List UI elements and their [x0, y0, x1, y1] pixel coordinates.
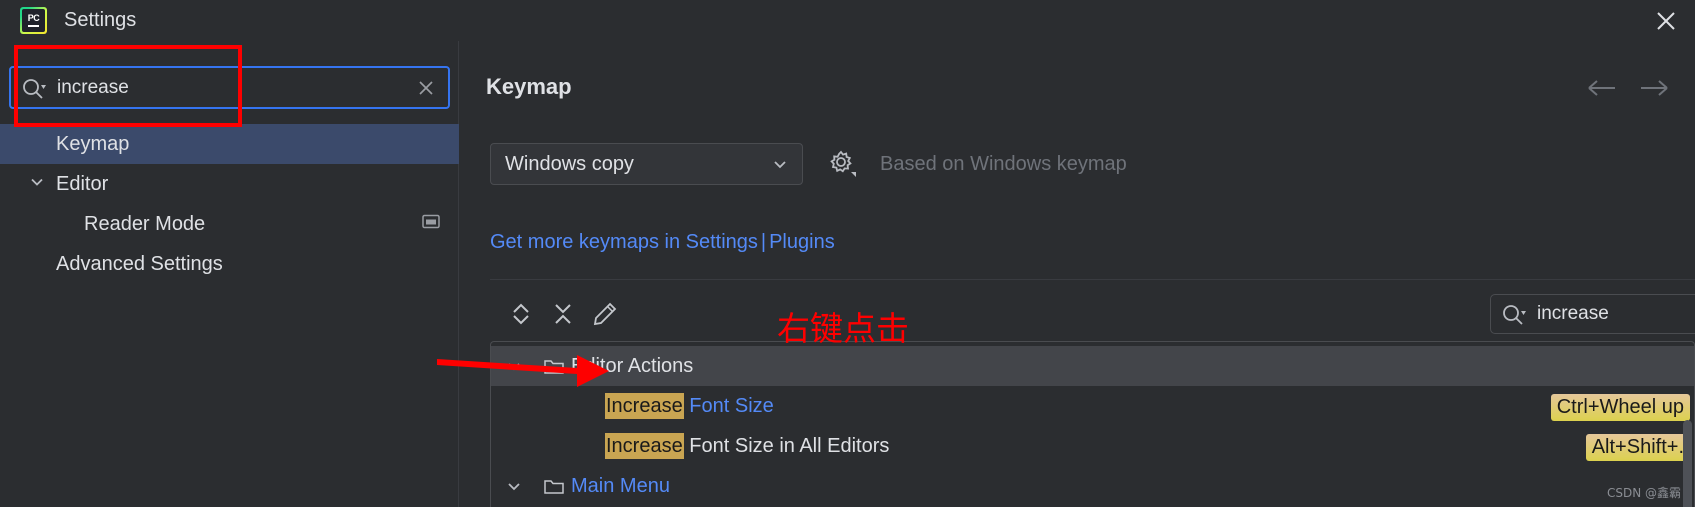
- actions-tree: Editor Actions Increase Font Size Increa…: [490, 341, 1695, 507]
- pycharm-logo-bar: [28, 25, 39, 27]
- gear-icon[interactable]: [825, 146, 859, 185]
- pencil-icon[interactable]: [588, 297, 622, 331]
- tree-row-increase-font-size-all-editors[interactable]: Increase Font Size in All Editors: [491, 426, 1694, 466]
- based-on-label: Based on Windows keymap: [880, 153, 1127, 175]
- tree-row-label: Main Menu: [571, 474, 670, 497]
- modified-badge-icon: [421, 213, 441, 236]
- search-icon[interactable]: [11, 68, 57, 107]
- tree-row-label: Editor Actions: [571, 354, 694, 377]
- get-more-keymaps-text: Get more keymaps in Settings: [490, 231, 758, 253]
- keymap-panel: Keymap Windows copy Based on Windows key…: [460, 41, 1695, 507]
- shortcut-badge: Ctrl+Wheel up: [1550, 394, 1690, 421]
- chevron-down-icon[interactable]: [758, 155, 802, 173]
- page-title: Keymap: [486, 74, 572, 99]
- title-bar: PC Settings: [0, 0, 1695, 41]
- sidebar-search-field[interactable]: [9, 66, 450, 109]
- sidebar-item-reader-mode[interactable]: Reader Mode: [0, 204, 459, 244]
- chevron-down-icon[interactable]: [491, 357, 537, 375]
- sidebar-item-keymap[interactable]: Keymap: [0, 124, 459, 164]
- keymap-toolbar: [490, 289, 1695, 339]
- window-title: Settings: [64, 9, 137, 31]
- arrow-right-icon[interactable]: [1639, 77, 1669, 104]
- tree-row-label: Increase Font Size: [605, 392, 774, 419]
- search-icon[interactable]: [1491, 295, 1537, 333]
- get-more-keymaps-link[interactable]: Get more keymaps in Settings | Plugins: [490, 231, 835, 254]
- close-icon[interactable]: [404, 68, 448, 107]
- watermark: CSDN @鑫霸: [1606, 486, 1681, 500]
- pycharm-logo-text: PC: [27, 13, 40, 23]
- sidebar-item-label: Editor: [56, 172, 109, 195]
- arrow-left-icon[interactable]: [1587, 77, 1617, 104]
- shortcut-badge: Alt+Shift+.: [1585, 434, 1690, 461]
- tree-row-label-rest: Font Size: [683, 394, 774, 417]
- folder-icon: [537, 476, 571, 496]
- search-match-highlight: Increase: [605, 392, 684, 419]
- sidebar-item-label: Reader Mode: [84, 212, 206, 235]
- tree-row-label: Increase Font Size in All Editors: [605, 432, 890, 459]
- settings-window: PC Settings increase Keymap Editor Reade…: [0, 0, 1695, 507]
- chevron-down-icon[interactable]: [28, 173, 46, 196]
- keymap-dropdown-value: Windows copy: [505, 152, 634, 175]
- tree-row-editor-actions[interactable]: Editor Actions: [491, 346, 1694, 386]
- pycharm-logo-icon: PC: [20, 7, 47, 34]
- sidebar-item-label: Keymap: [56, 132, 130, 155]
- sidebar-item-advanced-settings[interactable]: Advanced Settings: [0, 244, 459, 284]
- section-divider: [490, 279, 1695, 280]
- tree-row-main-menu[interactable]: Main Menu: [491, 466, 1694, 506]
- sidebar-item-label: Advanced Settings: [56, 252, 223, 275]
- link-separator: |: [760, 231, 767, 253]
- tree-vertical-scrollbar[interactable]: [1683, 420, 1692, 507]
- action-search-field[interactable]: [1490, 294, 1695, 334]
- navigation-arrows: [1587, 77, 1669, 104]
- tree-row-label-rest: Font Size in All Editors: [683, 434, 890, 457]
- keymap-dropdown[interactable]: Windows copy: [490, 143, 803, 185]
- settings-sidebar: Keymap Editor Reader Mode Advanced Setti…: [0, 41, 459, 507]
- sidebar-search-input[interactable]: [57, 76, 404, 99]
- plugins-link-text: Plugins: [769, 231, 835, 253]
- collapse-all-icon[interactable]: [546, 297, 580, 331]
- search-match-highlight: Increase: [605, 432, 684, 459]
- close-icon[interactable]: [1651, 6, 1681, 36]
- folder-icon: [537, 356, 571, 376]
- expand-all-icon[interactable]: [504, 297, 538, 331]
- sidebar-item-editor[interactable]: Editor: [0, 164, 459, 204]
- action-search-input[interactable]: [1537, 303, 1695, 325]
- chevron-down-icon[interactable]: [491, 477, 537, 495]
- tree-row-increase-font-size[interactable]: Increase Font Size: [491, 386, 1694, 426]
